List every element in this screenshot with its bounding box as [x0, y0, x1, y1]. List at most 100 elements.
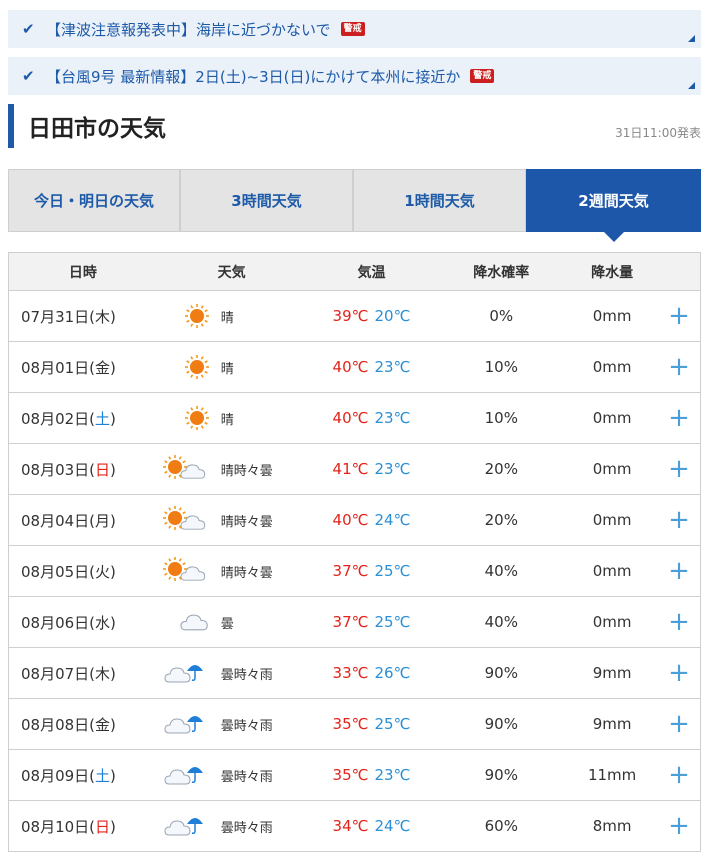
pop-cell: 90%: [484, 766, 518, 784]
pop-cell: 40%: [484, 562, 518, 580]
low-temp: 25℃: [374, 613, 411, 631]
date-cell: 08月03日(日): [9, 459, 157, 480]
amount-cell: 0mm: [592, 307, 632, 325]
high-temp: 35℃: [332, 766, 369, 784]
date-close: ): [110, 460, 116, 479]
amount-cell: 0mm: [592, 613, 632, 631]
expand-plus-icon[interactable]: +: [658, 762, 700, 788]
pop-cell: 10%: [484, 409, 518, 427]
tab-2-week[interactable]: 2週間天気: [526, 169, 701, 242]
temp-cell: 40℃ 23℃: [307, 409, 437, 427]
date-text: 08月02日(: [21, 409, 96, 428]
weather-label: 曇: [220, 616, 234, 632]
date-text: 08月10日(: [21, 817, 96, 836]
expand-plus-icon[interactable]: +: [658, 558, 700, 584]
weather-cell: 晴: [157, 301, 307, 331]
forecast-table: 日時 天気 気温 降水確率 降水量 07月31日(木) 晴 39℃ 20℃ 0% …: [8, 252, 701, 852]
table-row: 08月07日(木) 曇時々雨 33℃ 26℃ 90% 9mm +: [9, 648, 700, 699]
sunny-icon: [157, 403, 209, 433]
check-icon: ✔: [22, 20, 35, 38]
header-date: 日時: [68, 264, 97, 281]
cloud-umbrella-icon: [157, 709, 209, 739]
table-row: 08月04日(月) 晴時々曇 40℃ 24℃ 20% 0mm +: [9, 495, 700, 546]
typhoon-alert-banner[interactable]: ✔ 【台風9号 最新情報】2日(土)~3日(日)にかけて本州に接近か 警戒: [8, 57, 701, 95]
expand-plus-icon[interactable]: +: [658, 609, 700, 635]
date-close: ): [110, 664, 116, 683]
table-body: 07月31日(木) 晴 39℃ 20℃ 0% 0mm + 08月01日(金) 晴 …: [9, 291, 700, 852]
weather-label: 曇時々雨: [220, 769, 273, 785]
table-row: 08月10日(日) 曇時々雨 34℃ 24℃ 60% 8mm +: [9, 801, 700, 852]
date-cell: 08月06日(水): [9, 612, 157, 633]
warning-badge: 警戒: [340, 22, 365, 36]
amount-cell: 0mm: [592, 562, 632, 580]
date-close: ): [110, 358, 116, 377]
table-row: 08月06日(水) 曇 37℃ 25℃ 40% 0mm +: [9, 597, 700, 648]
expand-plus-icon[interactable]: +: [658, 303, 700, 329]
pop-cell: 90%: [484, 715, 518, 733]
date-cell: 08月02日(土): [9, 408, 157, 429]
amount-cell: 0mm: [592, 460, 632, 478]
date-text: 08月03日(: [21, 460, 96, 479]
expand-plus-icon[interactable]: +: [658, 507, 700, 533]
expand-plus-icon[interactable]: +: [658, 354, 700, 380]
date-text: 08月06日(: [21, 613, 96, 632]
table-header: 日時 天気 気温 降水確率 降水量: [9, 253, 700, 291]
amount-cell: 0mm: [592, 409, 632, 427]
day-of-week: 土: [95, 409, 111, 428]
temp-cell: 35℃ 25℃: [307, 715, 437, 733]
warning-badge: 警戒: [470, 69, 495, 83]
expand-plus-icon[interactable]: +: [658, 405, 700, 431]
low-temp: 20℃: [374, 307, 411, 325]
temp-cell: 37℃ 25℃: [307, 613, 437, 631]
day-of-week: 土: [95, 766, 111, 785]
high-temp: 34℃: [332, 817, 369, 835]
pop-cell: 60%: [484, 817, 518, 835]
weather-cell: 晴時々曇: [157, 505, 307, 535]
date-text: 08月04日(: [21, 511, 96, 530]
amount-cell: 9mm: [592, 664, 632, 682]
pop-cell: 40%: [484, 613, 518, 631]
day-of-week: 日: [95, 460, 111, 479]
tsunami-alert-banner[interactable]: ✔ 【津波注意報発表中】海岸に近づかないで 警戒: [8, 10, 701, 48]
weather-label: 曇時々雨: [220, 820, 273, 836]
expand-plus-icon[interactable]: +: [658, 660, 700, 686]
table-row: 08月03日(日) 晴時々曇 41℃ 23℃ 20% 0mm +: [9, 444, 700, 495]
day-of-week: 日: [95, 817, 111, 836]
title-accent-bar: [8, 104, 14, 148]
weather-cell: 曇: [157, 607, 307, 637]
low-temp: 24℃: [374, 511, 411, 529]
date-text: 08月01日(: [21, 358, 96, 377]
forecast-tabs: 今日・明日の天気 3時間天気 1時間天気 2週間天気: [8, 169, 701, 242]
weather-label: 晴: [220, 310, 234, 326]
expand-plus-icon[interactable]: +: [658, 813, 700, 839]
weather-cell: 曇時々雨: [157, 811, 307, 841]
low-temp: 23℃: [374, 358, 411, 376]
date-text: 08月08日(: [21, 715, 96, 734]
date-cell: 07月31日(木): [9, 306, 157, 327]
date-cell: 08月10日(日): [9, 816, 157, 837]
date-close: ): [110, 562, 116, 581]
table-row: 08月08日(金) 曇時々雨 35℃ 25℃ 90% 9mm +: [9, 699, 700, 750]
pop-cell: 20%: [484, 511, 518, 529]
temp-cell: 40℃ 24℃: [307, 511, 437, 529]
header-temp: 気温: [357, 264, 386, 281]
weather-label: 晴時々曇: [220, 463, 273, 479]
date-text: 07月31日(: [21, 307, 96, 326]
day-of-week: 火: [95, 562, 111, 581]
cloud-umbrella-icon: [157, 658, 209, 688]
expand-plus-icon[interactable]: +: [658, 456, 700, 482]
cloud-umbrella-icon: [157, 811, 209, 841]
title-row: 日田市の天気 31日11:00発表: [8, 104, 701, 148]
tab-today-tomorrow[interactable]: 今日・明日の天気: [8, 169, 180, 232]
table-row: 08月05日(火) 晴時々曇 37℃ 25℃ 40% 0mm +: [9, 546, 700, 597]
low-temp: 23℃: [374, 460, 411, 478]
tab-1-hour[interactable]: 1時間天気: [353, 169, 526, 232]
weather-cell: 晴時々曇: [157, 556, 307, 586]
weather-cell: 晴: [157, 352, 307, 382]
day-of-week: 水: [95, 613, 111, 632]
weather-cell: 曇時々雨: [157, 760, 307, 790]
pop-cell: 20%: [484, 460, 518, 478]
tab-3-hour[interactable]: 3時間天気: [180, 169, 353, 232]
expand-plus-icon[interactable]: +: [658, 711, 700, 737]
date-text: 08月07日(: [21, 664, 96, 683]
